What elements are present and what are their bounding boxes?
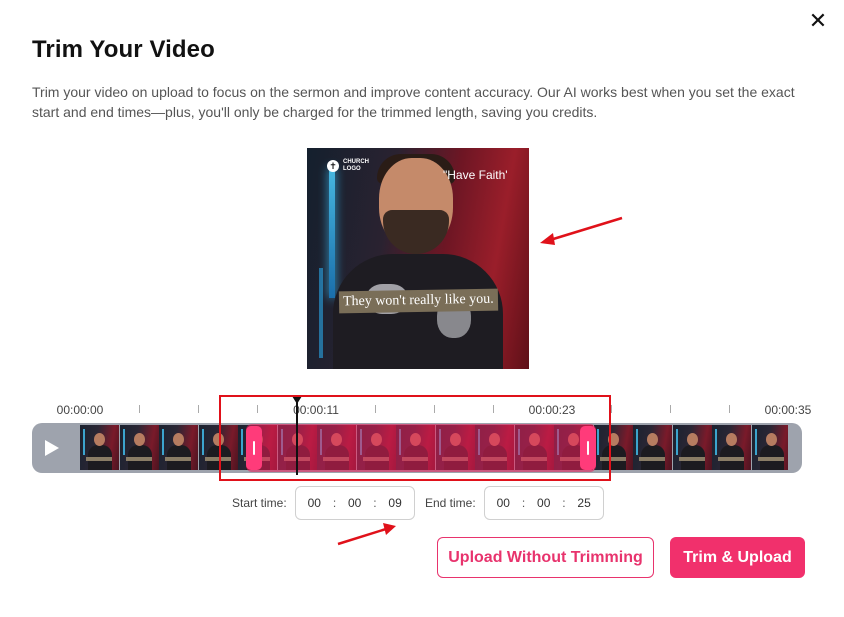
frame-detail: [726, 433, 737, 446]
frame-detail: [83, 429, 85, 455]
annotation-arrow: [540, 216, 623, 245]
frame-detail: [636, 429, 638, 455]
frame-detail: [686, 433, 698, 446]
end-time-seconds[interactable]: 25: [577, 496, 590, 510]
frame-detail: [122, 429, 125, 455]
speaker-beard: [383, 210, 449, 254]
start-time-input[interactable]: 00 : 00 : 09: [294, 486, 415, 520]
frame-detail: [86, 457, 112, 461]
video-preview[interactable]: ✝ CHURCH LOGO "Have Faith' They won't re…: [307, 148, 529, 369]
video-frame-thumbnail: [672, 425, 712, 470]
frame-detail: [675, 429, 678, 455]
play-icon[interactable]: [40, 437, 62, 459]
close-icon[interactable]: ✕: [806, 9, 830, 33]
video-quote: "Have Faith': [443, 168, 508, 182]
tick-mark: [139, 405, 140, 413]
video-frame-thumbnail: [751, 425, 788, 470]
start-time-group: Start time: 00 : 00 : 09: [232, 486, 415, 520]
frame-detail: [718, 457, 744, 461]
frame-detail: [715, 429, 717, 455]
modal-description: Trim your video on upload to focus on th…: [32, 84, 795, 120]
end-time-hours[interactable]: 00: [497, 496, 510, 510]
end-time-label: End time:: [425, 496, 476, 510]
time-separator: :: [332, 496, 337, 510]
start-time-label: Start time:: [232, 496, 287, 510]
frame-detail: [201, 429, 204, 455]
start-time-hours[interactable]: 00: [308, 496, 321, 510]
frame-detail: [94, 433, 105, 446]
annotation-highlight-box: [219, 395, 611, 481]
cross-icon: ✝: [327, 160, 339, 172]
video-caption: They won't really like you.: [338, 288, 498, 314]
time-separator: :: [373, 496, 377, 510]
frame-detail: [162, 429, 164, 455]
frame-detail: [765, 433, 777, 446]
video-frame-thumbnail: [633, 425, 672, 470]
end-time-minutes[interactable]: 00: [537, 496, 550, 510]
annotation-arrow: [337, 523, 396, 546]
frame-detail: [173, 433, 184, 446]
frame-detail: [125, 457, 152, 461]
upload-without-trimming-button[interactable]: Upload Without Trimming: [437, 537, 654, 578]
frame-detail: [647, 433, 658, 446]
neon-light: [329, 168, 335, 298]
start-time-minutes[interactable]: 00: [348, 496, 361, 510]
frame-detail: [757, 457, 784, 461]
tick-mark: [611, 405, 612, 413]
neon-light: [319, 268, 323, 358]
tick-mark: [670, 405, 671, 413]
frame-detail: [165, 457, 191, 461]
video-frame-thumbnail: [119, 425, 159, 470]
frame-detail: [639, 457, 665, 461]
trim-and-upload-button[interactable]: Trim & Upload: [670, 537, 805, 578]
tick-mark: [198, 405, 199, 413]
end-time-group: End time: 00 : 00 : 25: [425, 486, 604, 520]
frame-detail: [754, 429, 757, 455]
church-logo-text: CHURCH LOGO: [343, 159, 369, 172]
church-logo: ✝ CHURCH LOGO: [327, 159, 379, 173]
video-frame-thumbnail: [159, 425, 198, 470]
video-frame-thumbnail: [80, 425, 119, 470]
video-frame-thumbnail: [712, 425, 751, 470]
time-separator: :: [521, 496, 526, 510]
end-time-input[interactable]: 00 : 00 : 25: [483, 486, 604, 520]
modal-title: Trim Your Video: [32, 36, 215, 63]
tick-label: 00:00:00: [56, 403, 104, 417]
start-time-seconds[interactable]: 09: [388, 496, 401, 510]
frame-detail: [133, 433, 145, 446]
frame-detail: [678, 457, 705, 461]
time-separator: :: [562, 496, 566, 510]
tick-mark: [729, 405, 730, 413]
tick-label: 00:00:35: [764, 403, 812, 417]
